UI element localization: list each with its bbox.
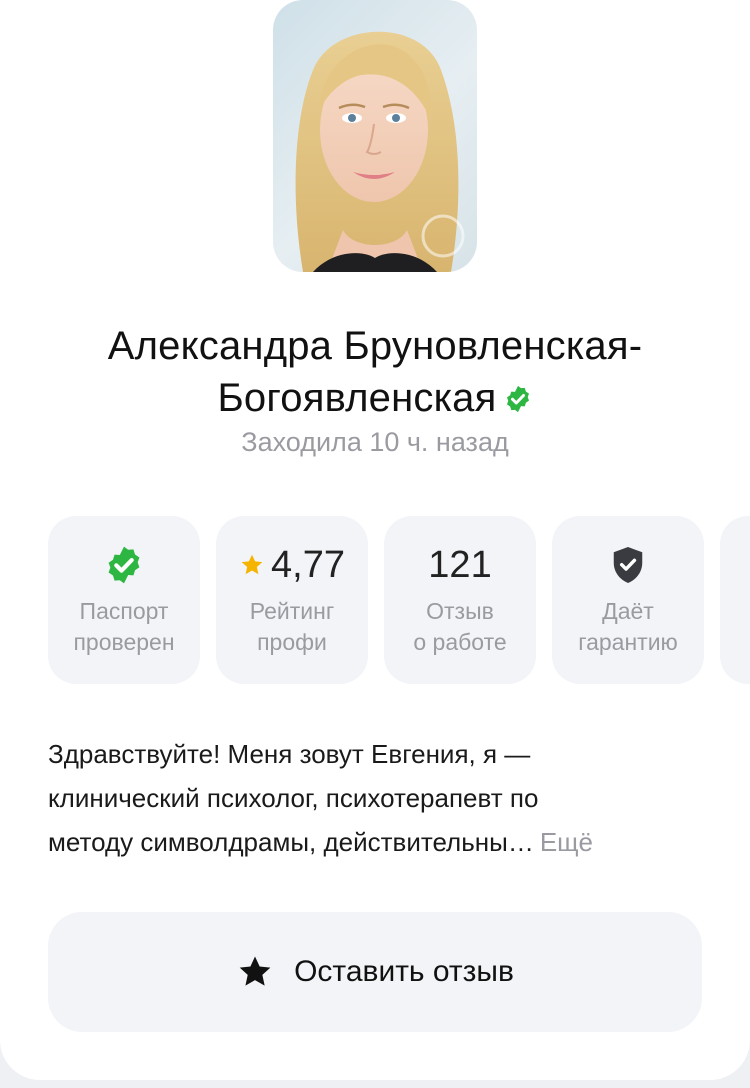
about-line: Здравствуйте! Меня зовут Евгения, я — xyxy=(48,739,531,769)
stat-passport[interactable]: Паспорт проверен xyxy=(48,516,200,684)
profile-card: Александра Бруновленская- Богоявленская … xyxy=(0,0,750,1080)
shield-check-icon xyxy=(613,547,643,583)
more-link[interactable]: Ещё xyxy=(540,827,593,857)
about-line: методу символдрамы, действительны… xyxy=(48,827,534,857)
last-seen: Заходила 10 ч. назад xyxy=(241,427,509,457)
profile-name-line2-text: Богоявленская xyxy=(217,376,497,420)
stats-row: Паспорт проверен 4,77 Рейтинг профи 121 … xyxy=(48,516,750,684)
stat-label: Рейтинг xyxy=(249,598,335,624)
star-icon xyxy=(241,554,263,575)
verified-badge-icon xyxy=(506,385,529,413)
avatar[interactable] xyxy=(273,0,477,272)
stat-value: 4,77 xyxy=(271,543,345,586)
star-icon xyxy=(239,956,271,986)
stat-more-partial[interactable] xyxy=(720,516,750,684)
profile-name-line1: Александра Бруновленская- xyxy=(107,324,643,368)
leave-review-label: Оставить отзыв xyxy=(294,955,514,988)
about-text: Здравствуйте! Меня зовут Евгения, я — кл… xyxy=(48,732,708,864)
stat-label: Отзыв xyxy=(426,598,494,624)
stat-value: 121 xyxy=(428,543,492,586)
check-badge-icon xyxy=(108,546,140,584)
profile-name: Александра Бруновленская- Богоявленская xyxy=(0,320,750,424)
stat-label: Паспорт xyxy=(79,598,169,624)
stat-label: профи xyxy=(257,629,327,655)
profile-name-line2: Богоявленская xyxy=(0,372,750,424)
avatar-photo xyxy=(295,31,465,272)
stat-reviews[interactable]: 121 Отзыв о работе xyxy=(384,516,536,684)
stat-rating[interactable]: 4,77 Рейтинг профи xyxy=(216,516,368,684)
about-line: клинический психолог, психотерапевт по xyxy=(48,783,539,813)
stat-label: гарантию xyxy=(578,629,678,655)
stat-label: Даёт xyxy=(602,598,654,624)
stat-label: о работе xyxy=(413,629,507,655)
stat-guarantee[interactable]: Даёт гарантию xyxy=(552,516,704,684)
about-line-last: методу символдрамы, действительны… Ещё xyxy=(48,820,708,864)
leave-review-button[interactable]: Оставить отзыв xyxy=(48,912,702,1032)
stat-label: проверен xyxy=(73,629,175,655)
